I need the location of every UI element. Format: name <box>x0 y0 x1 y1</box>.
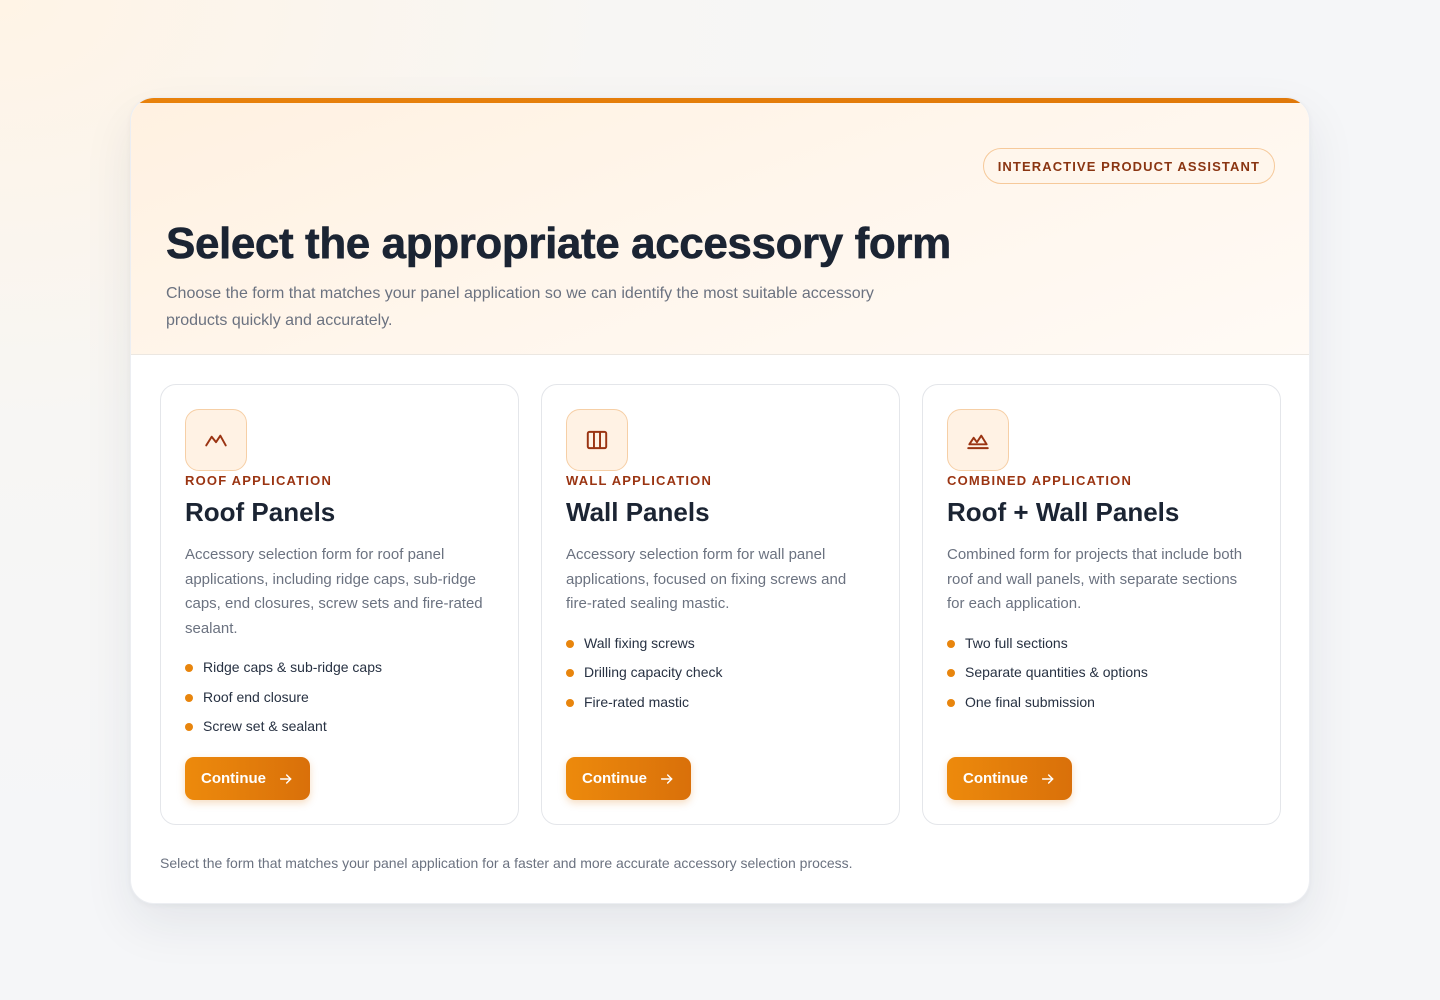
arrow-right-icon <box>1041 773 1054 784</box>
mountain-icon <box>185 409 247 471</box>
continue-label: Continue <box>201 770 266 787</box>
assistant-badge: INTERACTIVE PRODUCT ASSISTANT <box>982 148 1275 184</box>
feature-list: Wall fixing screws Drilling capacity che… <box>566 629 875 718</box>
roof-wall-icon <box>947 409 1009 471</box>
card-description: Accessory selection form for wall panel … <box>566 546 847 613</box>
continue-button-roof[interactable]: Continue <box>185 757 310 800</box>
page-title: Select the appropriate accessory form <box>166 219 952 269</box>
columns-icon <box>566 409 628 471</box>
feature-item: Wall fixing screws <box>566 629 875 659</box>
arrow-right-icon <box>660 773 673 784</box>
feature-item: Screw set & sealant <box>185 712 494 742</box>
feature-item: One final submission <box>947 688 1256 718</box>
feature-item: Ridge caps & sub-ridge caps <box>185 653 494 683</box>
feature-item: Roof end closure <box>185 683 494 713</box>
card-title: Wall Panels <box>566 497 710 527</box>
continue-label: Continue <box>963 770 1028 787</box>
page-subtitle: Choose the form that matches your panel … <box>166 285 874 329</box>
footer-note: Select the form that matches your panel … <box>160 855 853 871</box>
continue-button-combined[interactable]: Continue <box>947 757 1072 800</box>
card-title: Roof + Wall Panels <box>947 497 1180 527</box>
card-description: Accessory selection form for roof panel … <box>185 546 483 637</box>
option-cards: ROOF APPLICATION Roof Panels Accessory s… <box>160 384 1282 825</box>
card-eyebrow: ROOF APPLICATION <box>185 473 333 488</box>
card-eyebrow: WALL APPLICATION <box>566 473 713 488</box>
arrow-right-icon <box>279 773 292 784</box>
feature-item: Separate quantities & options <box>947 658 1256 688</box>
option-card-combined[interactable]: COMBINED APPLICATION Roof + Wall Panels … <box>922 384 1281 825</box>
feature-item: Drilling capacity check <box>566 658 875 688</box>
card-title: Roof Panels <box>185 497 336 527</box>
option-card-roof[interactable]: ROOF APPLICATION Roof Panels Accessory s… <box>160 384 519 825</box>
feature-list: Ridge caps & sub-ridge caps Roof end clo… <box>185 653 494 742</box>
feature-item: Two full sections <box>947 629 1256 659</box>
card-description: Combined form for projects that include … <box>947 546 1243 613</box>
continue-button-wall[interactable]: Continue <box>566 757 691 800</box>
feature-list: Two full sections Separate quantities & … <box>947 629 1256 718</box>
hero-header: INTERACTIVE PRODUCT ASSISTANT Select the… <box>131 103 1309 355</box>
feature-item: Fire-rated mastic <box>566 688 875 718</box>
form-selector-card: INTERACTIVE PRODUCT ASSISTANT Select the… <box>130 97 1310 904</box>
continue-label: Continue <box>582 770 647 787</box>
card-eyebrow: COMBINED APPLICATION <box>947 473 1133 488</box>
option-card-wall[interactable]: WALL APPLICATION Wall Panels Accessory s… <box>541 384 900 825</box>
